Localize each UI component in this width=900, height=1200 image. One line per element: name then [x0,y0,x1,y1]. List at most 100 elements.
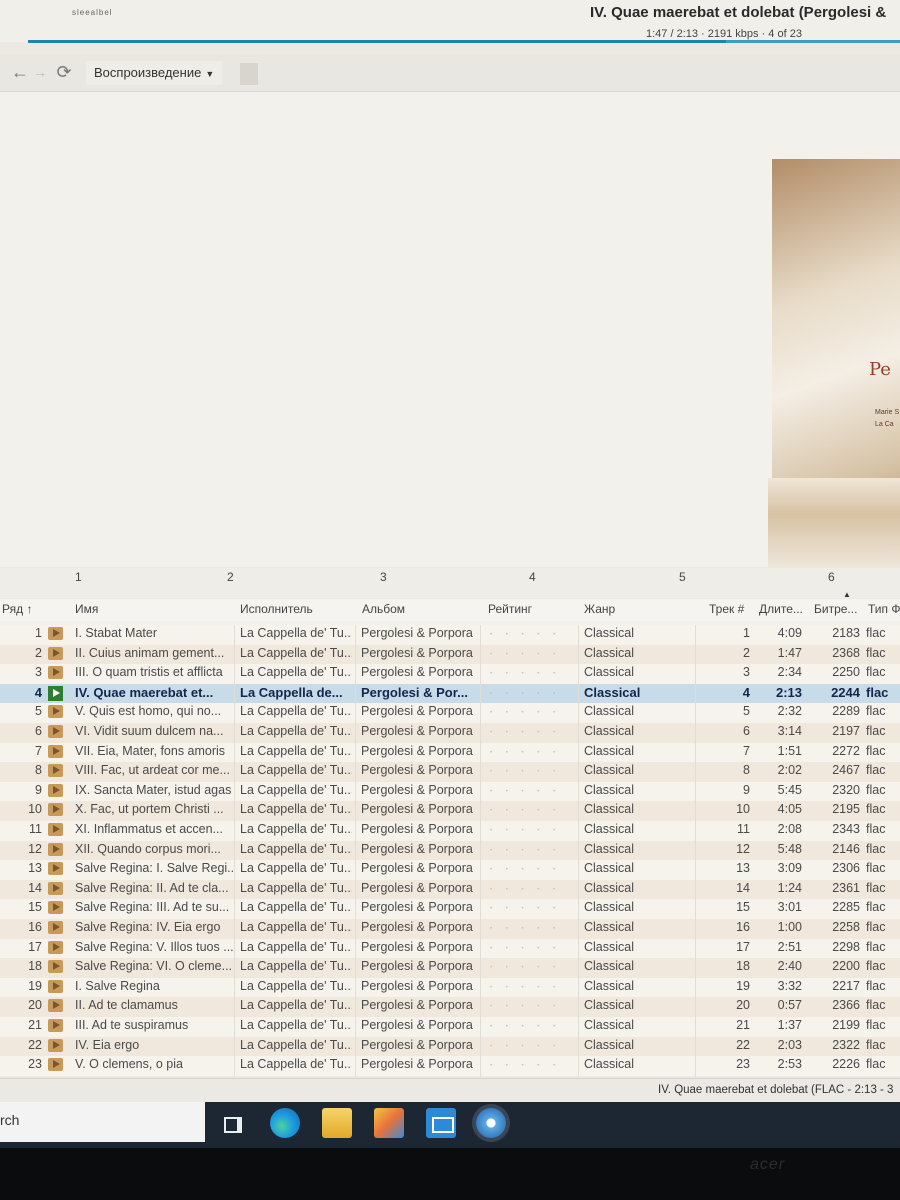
track-file-type: flac [866,939,886,954]
track-bitrate: 2361 [832,880,860,895]
track-album: Pergolesi & Porpora [361,763,473,778]
track-row[interactable]: 3 III. O quam tristis et afflicta La Cappe… [0,664,900,684]
track-duration: 2:51 [777,939,802,954]
track-rating[interactable]: • • • • • [490,965,570,971]
track-rating[interactable]: • • • • • [490,867,570,873]
track-number: 8 [743,763,750,778]
track-rating[interactable]: • • • • • [490,1004,570,1010]
back-icon[interactable]: ← [8,60,32,84]
track-artist: La Cappella de' Tu... [240,704,352,719]
column-header-row[interactable]: Ряд ↑ [2,602,32,616]
track-row[interactable]: 21 III. Ad te suspiramus La Cappella de' T… [0,1017,900,1037]
track-row-number: 9 [35,782,42,797]
track-number: 14 [736,880,750,895]
track-rating[interactable]: • • • • • [490,789,570,795]
track-file-type: flac [866,743,886,758]
track-name: II. Cuius animam gement... [75,645,225,660]
column-header-artist[interactable]: Исполнитель [240,602,313,616]
track-artist: La Cappella de' Tu... [240,959,352,974]
track-rating[interactable]: • • • • • [490,710,570,716]
track-number: 2 [743,645,750,660]
column-header-duration[interactable]: Длите... [759,602,803,616]
track-row[interactable]: 7 VII. Eia, Mater, fons amoris La Cappella… [0,742,900,763]
track-row[interactable]: 10 X. Fac, ut portem Christi ... La Cappel… [0,801,900,821]
track-row-playing[interactable]: 4 IV. Quae maerebat et... La Cappella de..… [0,683,900,704]
track-rating[interactable]: • • • • • [490,632,570,638]
track-row[interactable]: 2 II. Cuius animam gement... La Cappella d… [0,644,900,665]
track-number: 4 [742,684,750,700]
edge-icon[interactable] [270,1108,300,1138]
folder-icon [48,666,63,680]
track-row[interactable]: 14 Salve Regina: II. Ad te cla... La Cappe… [0,879,900,900]
column-header-rating[interactable]: Рейтинг [488,602,532,616]
track-rating[interactable]: • • • • • [490,652,570,658]
column-header-album[interactable]: Альбом [362,602,405,616]
track-duration: 2:03 [777,1037,802,1052]
folder-icon [48,744,63,758]
track-file-type: flac [866,1037,886,1052]
track-rating[interactable]: • • • • • [490,671,570,677]
folder-icon [48,901,63,915]
track-row[interactable]: 5 V. Quis est homo, qui no... La Cappella … [0,703,900,723]
task-view-icon[interactable] [218,1108,248,1138]
column-header-bitrate[interactable]: Битре... [814,602,857,616]
column-header-track[interactable]: Трек # [709,602,744,616]
track-number: 21 [736,1018,750,1032]
track-row[interactable]: 22 IV. Eia ergo La Cappella de' Tu... Pergo… [0,1036,900,1057]
track-rating[interactable]: • • • • • [490,730,570,736]
track-duration: 2:32 [777,704,802,719]
track-row[interactable]: 8 VIII. Fac, ut ardeat cor me... La Cappel… [0,762,900,782]
mail-icon[interactable] [426,1108,456,1138]
column-divider [355,625,356,1077]
track-rating[interactable]: • • • • • [490,1044,570,1050]
store-icon[interactable] [374,1108,404,1138]
track-row[interactable]: 17 Salve Regina: V. Illos tuos ... La Capp… [0,938,900,959]
track-row[interactable]: 12 XII. Quando corpus mori... La Cappella … [0,840,900,861]
track-row[interactable]: 11 XI. Inflammatus et accen... La Cappella… [0,821,900,841]
track-rating[interactable]: • • • • • [490,828,570,834]
track-rating[interactable]: • • • • • [490,750,570,756]
track-file-type: flac [866,998,886,1013]
track-row[interactable]: 15 Salve Regina: III. Ad te su... La Cappe… [0,899,900,919]
now-playing-info: 1:47 / 2:13 · 2191 kbps · 4 of 23 [646,28,802,40]
track-rating[interactable]: • • • • • [490,946,570,952]
track-rating[interactable]: • • • • • [490,906,570,912]
track-rating[interactable]: • • • • • [490,1063,570,1069]
column-header-name[interactable]: Имя [75,602,98,616]
track-rating[interactable]: • • • • • [490,1024,570,1030]
column-header-type[interactable]: Тип Ф [868,602,900,616]
track-rating[interactable]: • • • • • [490,848,570,854]
track-row[interactable]: 19 I. Salve Regina La Cappella de' Tu... Pe… [0,977,900,998]
seek-bar[interactable] [28,40,900,43]
track-rating[interactable]: • • • • • [490,887,570,893]
column-header-genre[interactable]: Жанр [584,602,615,616]
track-row[interactable]: 18 Salve Regina: VI. O cleme... La Cappell… [0,958,900,978]
media-player-icon[interactable] [476,1108,506,1138]
track-bitrate: 2258 [832,920,860,934]
track-row[interactable]: 16 Salve Regina: IV. Eia ergo La Cappella … [0,919,900,939]
file-explorer-icon[interactable] [322,1108,352,1138]
track-rating[interactable]: • • • • • [490,808,570,814]
track-row[interactable]: 6 VI. Vidit suum dulcem na... La Cappella … [0,723,900,743]
track-rating[interactable]: • • • • • [490,926,570,932]
track-duration: 3:32 [777,978,802,993]
track-rating[interactable]: • • • • • [490,691,570,697]
track-row[interactable]: 20 II. Ad te clamamus La Cappella de' Tu..… [0,997,900,1017]
track-row[interactable]: 23 V. O clemens, o pia La Cappella de' Tu.… [0,1056,900,1076]
track-rating[interactable]: • • • • • [490,985,570,991]
chevron-down-icon: ▼ [205,69,215,79]
track-rating[interactable]: • • • • • [490,769,570,775]
track-file-type: flac [866,802,886,817]
album-cover-secondary[interactable] [768,478,900,568]
track-row[interactable]: 13 Salve Regina: I. Salve Regi... La Cappe… [0,860,900,880]
track-album: Pergolesi & Porpora [361,939,473,954]
track-file-type: flac [866,626,886,640]
track-row[interactable]: 1 I. Stabat Mater La Cappella de' Tu... Per… [0,625,900,645]
refresh-icon[interactable]: ⟳ [52,60,76,84]
track-row[interactable]: 9 IX. Sancta Mater, istud agas La Cappella… [0,781,900,802]
forward-icon[interactable]: → [33,60,47,84]
track-number: 17 [736,939,750,954]
playback-menu-button[interactable]: Воспроизведение ▼ [86,61,223,85]
taskbar-search-box[interactable]: rch [0,1102,205,1142]
track-duration: 1:51 [777,743,802,758]
